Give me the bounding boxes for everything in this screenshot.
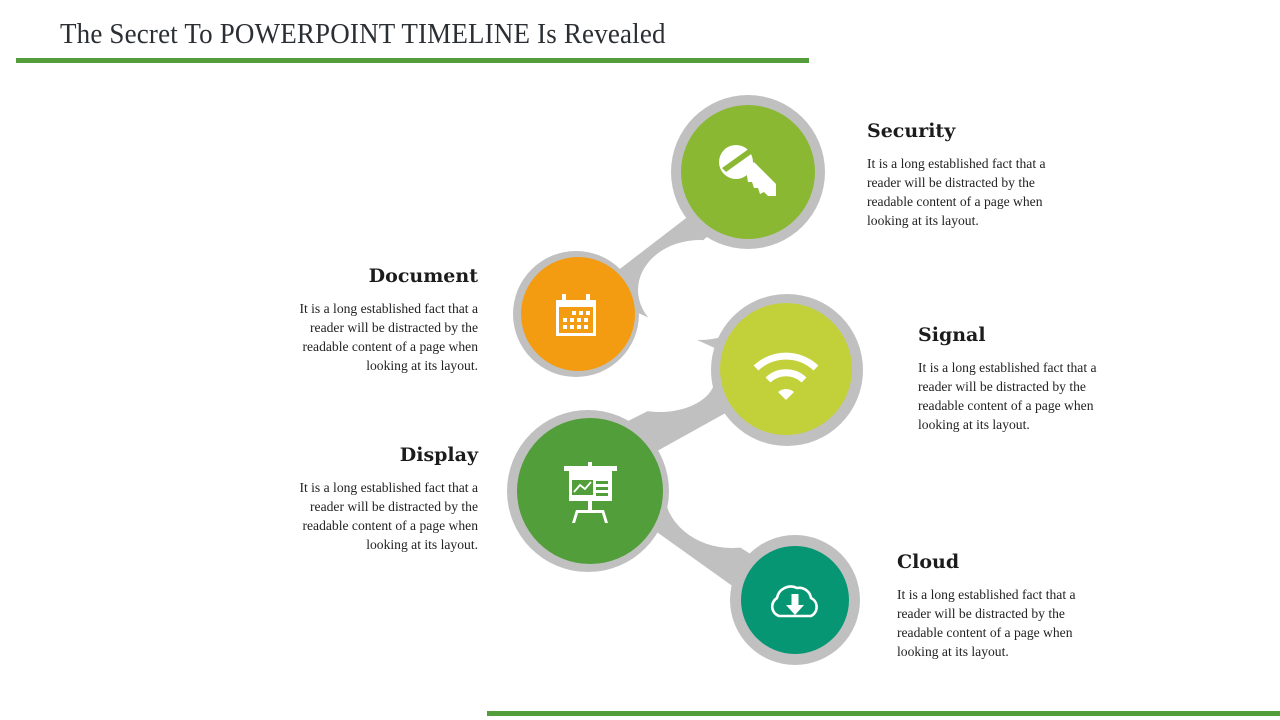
desc-line: looking at its layout. xyxy=(867,213,979,228)
desc-signal: It is a long established fact that a rea… xyxy=(918,358,1158,434)
desc-line: readable content of a page when xyxy=(302,339,479,354)
info-block-security: Security It is a long established fact t… xyxy=(867,120,1107,230)
node-signal xyxy=(711,294,863,446)
desc-line: It is a long established fact that a xyxy=(867,156,1046,171)
calendar-icon xyxy=(556,294,596,336)
node-display xyxy=(507,410,669,572)
heading-document: Document xyxy=(368,265,478,287)
info-block-document: Document It is a long established fact t… xyxy=(238,265,478,375)
desc-line: reader will be distracted by the xyxy=(897,606,1065,621)
desc-line: readable content of a page when xyxy=(918,398,1094,413)
desc-line: looking at its layout. xyxy=(918,417,1030,432)
desc-line: looking at its layout. xyxy=(897,644,1009,659)
info-block-signal: Signal It is a long established fact tha… xyxy=(918,324,1158,434)
info-block-cloud: Cloud It is a long established fact that… xyxy=(897,551,1137,661)
node-document xyxy=(513,251,639,377)
desc-line: readable content of a page when xyxy=(867,194,1043,209)
info-block-display: Display It is a long established fact th… xyxy=(238,444,478,554)
desc-line: looking at its layout. xyxy=(366,537,478,552)
desc-security: It is a long established fact that a rea… xyxy=(867,154,1107,230)
desc-line: reader will be distracted by the xyxy=(310,499,478,514)
signal-circle xyxy=(720,303,852,435)
carveout xyxy=(562,186,662,254)
heading-security: Security xyxy=(867,120,956,142)
desc-cloud: It is a long established fact that a rea… xyxy=(897,585,1137,661)
desc-line: reader will be distracted by the xyxy=(867,175,1035,190)
node-cloud xyxy=(730,535,860,665)
bottom-rule xyxy=(487,711,1280,716)
desc-line: looking at its layout. xyxy=(366,358,478,373)
desc-line: It is a long established fact that a xyxy=(299,301,478,316)
desc-line: reader will be distracted by the xyxy=(918,379,1086,394)
desc-line: reader will be distracted by the xyxy=(310,320,478,335)
desc-line: readable content of a page when xyxy=(302,518,479,533)
desc-line: It is a long established fact that a xyxy=(897,587,1076,602)
desc-line: It is a long established fact that a xyxy=(918,360,1097,375)
heading-signal: Signal xyxy=(918,324,986,346)
heading-display: Display xyxy=(399,444,478,466)
desc-display: It is a long established fact that a rea… xyxy=(238,478,478,554)
carveout xyxy=(580,557,700,667)
carveout xyxy=(664,432,800,548)
desc-line: It is a long established fact that a xyxy=(299,480,478,495)
node-security xyxy=(671,95,825,249)
heading-cloud: Cloud xyxy=(897,551,960,573)
desc-line: readable content of a page when xyxy=(897,625,1073,640)
desc-document: It is a long established fact that a rea… xyxy=(238,299,478,375)
